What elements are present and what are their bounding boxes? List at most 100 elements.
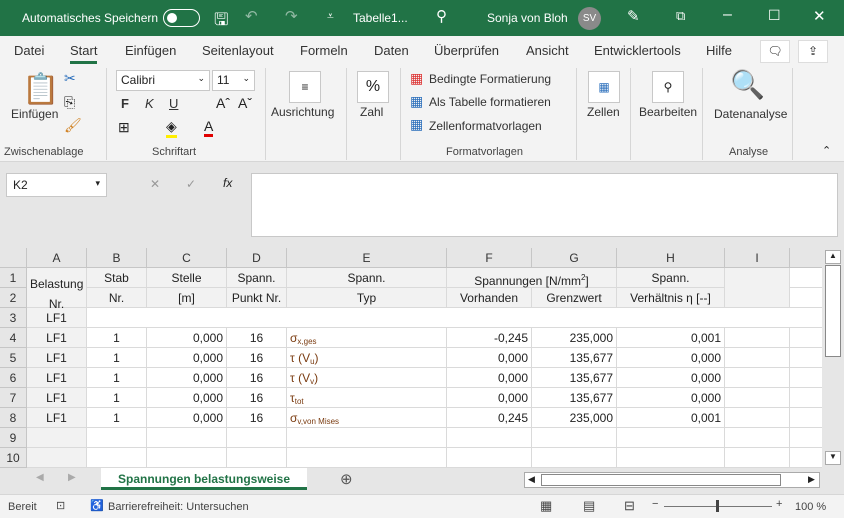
autosave-toggle[interactable] — [163, 9, 200, 27]
prev-sheet-icon[interactable]: ◀ — [36, 472, 44, 483]
cell-g7[interactable]: 135,677 — [532, 388, 617, 408]
cell-b10[interactable] — [87, 448, 147, 468]
minimize-icon[interactable]: – — [723, 6, 732, 24]
cell-b6[interactable]: 1 — [87, 368, 147, 388]
maximize-icon[interactable]: ☐ — [768, 7, 781, 24]
cell-g5[interactable]: 135,677 — [532, 348, 617, 368]
row-header-10[interactable]: 10 — [0, 448, 27, 468]
macro-record-icon[interactable]: ⊡ — [56, 499, 65, 512]
header-spann-typ[interactable]: Spann. — [287, 268, 447, 288]
column-header-j[interactable] — [790, 248, 822, 268]
header-stab[interactable]: Stab — [87, 268, 147, 288]
cell-d8[interactable]: 16 — [227, 408, 287, 428]
header-verhaeltnis[interactable]: Verhältnis η [--] — [617, 288, 725, 308]
page-layout-icon[interactable]: ▤ — [583, 498, 595, 514]
row-header-9[interactable]: 9 — [0, 428, 27, 448]
cell-j6[interactable] — [790, 368, 822, 388]
cell-j2[interactable] — [790, 288, 822, 308]
cell-e5[interactable]: τ (Vu) — [287, 348, 447, 368]
column-header-h[interactable]: H — [617, 248, 725, 268]
pen-icon[interactable]: ✎ — [627, 7, 640, 25]
accessibility-status[interactable]: Barrierefreiheit: Untersuchen — [108, 501, 249, 513]
scroll-thumb[interactable] — [825, 265, 841, 357]
format-painter-icon[interactable]: 🖌 — [64, 117, 82, 134]
cell-h5[interactable]: 0,000 — [617, 348, 725, 368]
sheet-tab-spannungen[interactable]: Spannungen belastungsweise — [101, 468, 307, 490]
column-header-a[interactable]: A — [27, 248, 87, 268]
tab-einfuegen[interactable]: Einfügen — [125, 43, 176, 58]
cell-c4[interactable]: 0,000 — [147, 328, 227, 348]
normal-view-icon[interactable]: ▦ — [540, 498, 552, 514]
enter-icon[interactable]: ✓ — [186, 177, 196, 191]
paste-button[interactable]: Einfügen — [11, 107, 58, 121]
editing-button[interactable]: Bearbeiten — [639, 105, 697, 119]
close-icon[interactable]: ✕ — [813, 7, 826, 25]
horizontal-scroll-thumb[interactable] — [541, 474, 781, 486]
cell-d4[interactable]: 16 — [227, 328, 287, 348]
header-grenzwert[interactable]: Grenzwert — [532, 288, 617, 308]
add-sheet-icon[interactable]: ⊕ — [340, 470, 353, 488]
header-stab-nr[interactable]: Nr. — [87, 288, 147, 308]
alignment-button[interactable]: Ausrichtung — [271, 105, 334, 119]
cell-a5[interactable]: LF1 — [27, 348, 87, 368]
save-icon[interactable]: 🖫 — [214, 7, 228, 36]
cell-e7[interactable]: τtot — [287, 388, 447, 408]
row-header-4[interactable]: 4 — [0, 328, 27, 348]
cell-f10[interactable] — [447, 448, 532, 468]
cell-i7[interactable] — [725, 388, 790, 408]
cell-h4[interactable]: 0,001 — [617, 328, 725, 348]
tab-datei[interactable]: Datei — [14, 43, 44, 58]
row-header-5[interactable]: 5 — [0, 348, 27, 368]
tab-ansicht[interactable]: Ansicht — [526, 43, 569, 58]
number-button[interactable]: Zahl — [360, 105, 383, 119]
scroll-up-button[interactable]: ▲ — [825, 250, 841, 264]
cell-i10[interactable] — [725, 448, 790, 468]
data-analysis-button[interactable]: Datenanalyse — [714, 107, 787, 121]
cell-j3[interactable] — [790, 308, 822, 328]
cell-c7[interactable]: 0,000 — [147, 388, 227, 408]
cell-j7[interactable] — [790, 388, 822, 408]
page-break-view-icon[interactable]: ⊟ — [624, 498, 635, 514]
tab-start[interactable]: Start — [70, 43, 98, 64]
header-typ[interactable]: Typ — [287, 288, 447, 308]
header-vorhanden[interactable]: Vorhanden — [447, 288, 532, 308]
cell-b9[interactable] — [87, 428, 147, 448]
cell-d7[interactable]: 16 — [227, 388, 287, 408]
cell-i6[interactable] — [725, 368, 790, 388]
row-header-6[interactable]: 6 — [0, 368, 27, 388]
header-punkt-nr[interactable]: Punkt Nr. — [227, 288, 287, 308]
undo-icon[interactable]: ↶ — [245, 7, 258, 25]
spreadsheet-grid[interactable]: A B C D E F G H I 1 2 3 4 5 6 7 8 9 10 Belastung N… — [0, 248, 822, 468]
copy-icon[interactable]: ⎘ — [64, 94, 75, 111]
horizontal-scrollbar[interactable]: ◀ ▶ — [524, 472, 820, 488]
cells-icon[interactable]: ▦ — [588, 71, 620, 103]
cell-f8[interactable]: 0,245 — [447, 408, 532, 428]
cell-h8[interactable]: 0,001 — [617, 408, 725, 428]
column-header-d[interactable]: D — [227, 248, 287, 268]
tab-seitenlayout[interactable]: Seitenlayout — [202, 43, 274, 58]
cell-h9[interactable] — [617, 428, 725, 448]
zoom-out-icon[interactable]: − — [652, 498, 658, 510]
cell-g10[interactable] — [532, 448, 617, 468]
cell-h6[interactable]: 0,000 — [617, 368, 725, 388]
cell-i4[interactable] — [725, 328, 790, 348]
cell-c5[interactable]: 0,000 — [147, 348, 227, 368]
tab-ueberpruefen[interactable]: Überprüfen — [434, 43, 499, 58]
cell-e4[interactable]: σx,ges — [287, 328, 447, 348]
cell-d5[interactable]: 16 — [227, 348, 287, 368]
cell-e9[interactable] — [287, 428, 447, 448]
cell-f4[interactable]: -0,245 — [447, 328, 532, 348]
cell-a4[interactable]: LF1 — [27, 328, 87, 348]
cell-a8[interactable]: LF1 — [27, 408, 87, 428]
next-sheet-icon[interactable]: ▶ — [68, 472, 76, 483]
cell-e10[interactable] — [287, 448, 447, 468]
ribbon-display-icon[interactable]: ⧉ — [676, 8, 685, 24]
cell-g8[interactable]: 235,000 — [532, 408, 617, 428]
header-stelle[interactable]: Stelle — [147, 268, 227, 288]
tab-hilfe[interactable]: Hilfe — [706, 43, 732, 58]
cell-j5[interactable] — [790, 348, 822, 368]
cell-b5[interactable]: 1 — [87, 348, 147, 368]
cell-j1[interactable] — [790, 268, 822, 288]
row-header-7[interactable]: 7 — [0, 388, 27, 408]
cell-g4[interactable]: 235,000 — [532, 328, 617, 348]
